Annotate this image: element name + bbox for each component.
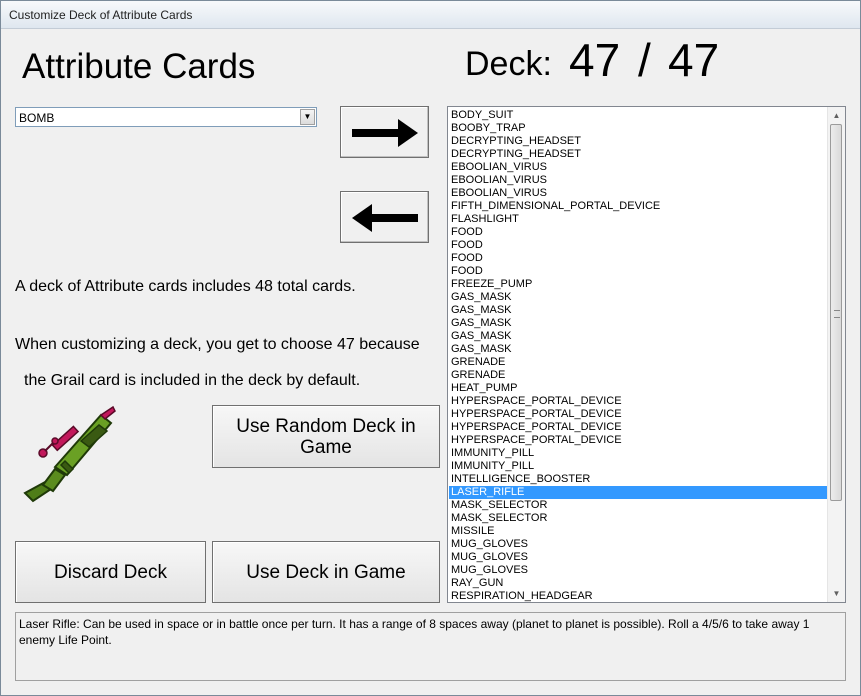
list-item[interactable]: GAS_MASK [449, 343, 829, 356]
window-title: Customize Deck of Attribute Cards [9, 8, 193, 22]
list-item[interactable]: BODY_SUIT [449, 109, 829, 122]
list-item[interactable]: FREEZE_PUMP [449, 278, 829, 291]
laser-rifle-icon [23, 405, 116, 503]
list-item[interactable]: HYPERSPACE_PORTAL_DEVICE [449, 408, 829, 421]
use-deck-button[interactable]: Use Deck in Game [212, 541, 440, 603]
list-item[interactable]: RAY_GUN [449, 577, 829, 590]
card-description-box: Laser Rifle: Can be used in space or in … [15, 612, 846, 681]
deck-card-list[interactable]: BODY_SUIT BOOBY_TRAP DECRYPTING_HEADSET DEC… [447, 106, 846, 603]
list-item[interactable]: INTELLIGENCE_BOOSTER [449, 473, 829, 486]
grip-icon [834, 310, 840, 318]
list-item-selected[interactable]: LASER_RIFLE [449, 486, 829, 499]
list-item[interactable]: HEAT_PUMP [449, 382, 829, 395]
list-item[interactable]: FOOD [449, 265, 829, 278]
deck-card-list-items: BODY_SUIT BOOBY_TRAP DECRYPTING_HEADSET DEC… [449, 109, 829, 602]
chevron-down-icon[interactable]: ▼ [300, 109, 315, 125]
list-item[interactable]: MASK_SELECTOR [449, 499, 829, 512]
list-item[interactable]: BOOBY_TRAP [449, 122, 829, 135]
page-title: Attribute Cards [22, 47, 256, 86]
list-item[interactable]: MISSILE [449, 525, 829, 538]
list-item[interactable]: MUG_GLOVES [449, 564, 829, 577]
card-select-dropdown[interactable]: BOMB ▼ [15, 107, 317, 127]
list-item[interactable]: GAS_MASK [449, 304, 829, 317]
left-arrow-icon [352, 204, 418, 232]
deck-label: Deck: [465, 45, 552, 83]
list-item[interactable]: IMMUNITY_PILL [449, 460, 829, 473]
list-item[interactable]: FOOD [449, 226, 829, 239]
list-item[interactable]: DECRYPTING_HEADSET [449, 148, 829, 161]
title-bar: Customize Deck of Attribute Cards [1, 1, 860, 29]
scroll-down-icon[interactable]: ▼ [828, 585, 845, 602]
list-item[interactable]: GRENADE [449, 356, 829, 369]
info-text-choose: When customizing a deck, you get to choo… [15, 336, 420, 353]
deck-total: 47 [668, 34, 720, 86]
list-item[interactable]: GAS_MASK [449, 330, 829, 343]
use-random-deck-button[interactable]: Use Random Deck in Game [212, 405, 440, 468]
list-item[interactable]: GAS_MASK [449, 317, 829, 330]
add-card-button[interactable] [340, 106, 429, 158]
list-scrollbar[interactable]: ▲ ▼ [827, 107, 845, 602]
deck-count: 47 [569, 34, 621, 86]
list-item[interactable]: FOOD [449, 239, 829, 252]
list-item[interactable]: GAS_MASK [449, 291, 829, 304]
right-arrow-icon [352, 119, 418, 147]
info-text-total: A deck of Attribute cards includes 48 to… [15, 278, 356, 295]
list-item[interactable]: FOOD [449, 252, 829, 265]
list-item[interactable]: MASK_SELECTOR [449, 512, 829, 525]
list-item[interactable]: DECRYPTING_HEADSET [449, 135, 829, 148]
list-item[interactable]: HYPERSPACE_PORTAL_DEVICE [449, 434, 829, 447]
list-item[interactable]: MUG_GLOVES [449, 538, 829, 551]
list-item[interactable]: MUG_GLOVES [449, 551, 829, 564]
card-description-text: Laser Rifle: Can be used in space or in … [19, 617, 810, 647]
deck-separator: / [638, 34, 651, 86]
list-item[interactable]: GRENADE [449, 369, 829, 382]
discard-deck-button[interactable]: Discard Deck [15, 541, 206, 603]
list-item[interactable]: EBOOLIAN_VIRUS [449, 161, 829, 174]
customize-deck-window: Customize Deck of Attribute Cards Attrib… [0, 0, 861, 696]
list-item[interactable]: FLASHLIGHT [449, 213, 829, 226]
list-item[interactable]: HYPERSPACE_PORTAL_DEVICE [449, 421, 829, 434]
card-select-value: BOMB [19, 111, 55, 125]
list-item[interactable]: EBOOLIAN_VIRUS [449, 187, 829, 200]
list-item[interactable]: FIFTH_DIMENSIONAL_PORTAL_DEVICE [449, 200, 829, 213]
remove-card-button[interactable] [340, 191, 429, 243]
scroll-up-icon[interactable]: ▲ [828, 107, 845, 124]
list-item[interactable]: HYPERSPACE_PORTAL_DEVICE [449, 395, 829, 408]
list-item[interactable]: RESPIRATION_HEADGEAR [449, 590, 829, 602]
info-text-grail: the Grail card is included in the deck b… [24, 372, 361, 389]
scroll-thumb[interactable] [830, 124, 842, 501]
list-item[interactable]: IMMUNITY_PILL [449, 447, 829, 460]
list-item[interactable]: EBOOLIAN_VIRUS [449, 174, 829, 187]
